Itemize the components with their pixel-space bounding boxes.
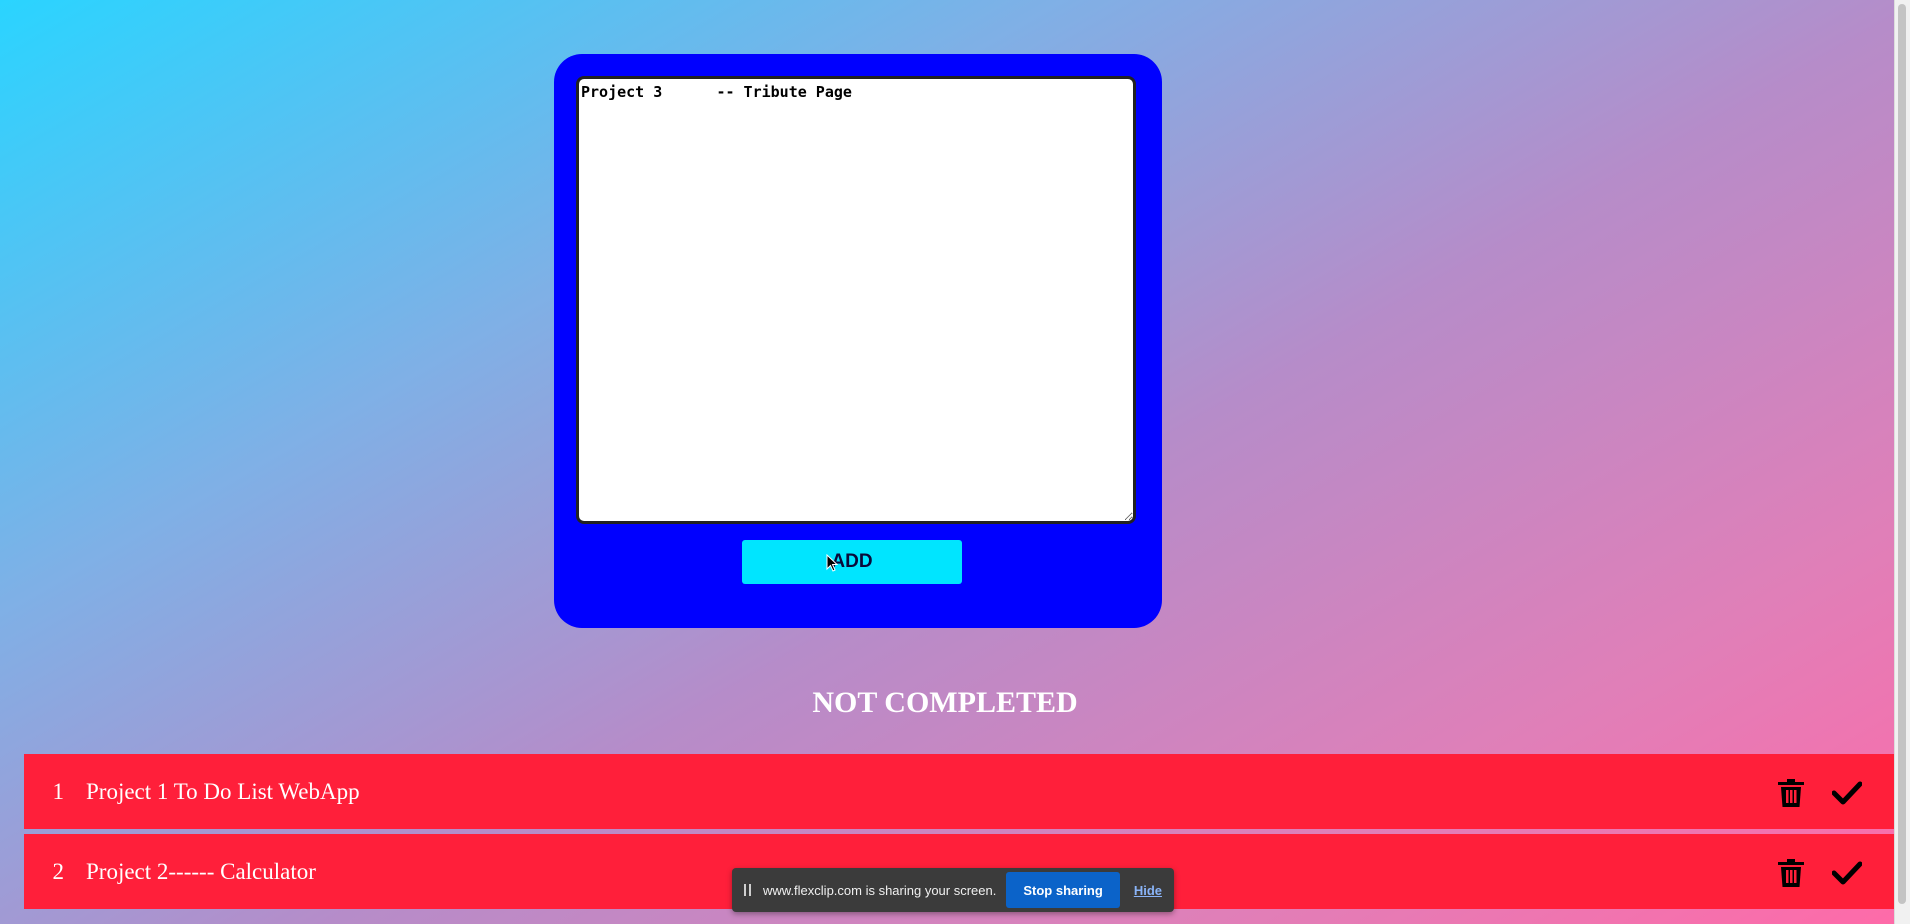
screen-share-bar: www.flexclip.com is sharing your screen.… [732, 868, 1174, 912]
trash-icon[interactable] [1778, 779, 1804, 807]
task-index: 2 [52, 858, 65, 884]
task-row: 1 Project 1 To Do List WebApp [24, 754, 1896, 829]
stop-sharing-button[interactable]: Stop sharing [1006, 872, 1120, 908]
input-card: ADD [554, 54, 1162, 628]
task-text: Project 2------ Calculator [86, 858, 316, 884]
task-index: 1 [52, 778, 65, 804]
add-button[interactable]: ADD [742, 540, 962, 584]
scrollbar[interactable] [1894, 0, 1910, 924]
page: ADD NOT COMPLETED 1 Project 1 To Do List… [0, 0, 1896, 924]
task-textarea[interactable] [576, 76, 1136, 524]
scrollbar-thumb[interactable] [1898, 4, 1906, 904]
task-text: Project 1 To Do List WebApp [86, 778, 360, 804]
drag-handle-icon[interactable] [744, 884, 751, 896]
check-icon[interactable] [1832, 781, 1862, 805]
share-message: www.flexclip.com is sharing your screen. [763, 882, 997, 898]
trash-icon[interactable] [1778, 859, 1804, 887]
section-title-not-completed: NOT COMPLETED [812, 686, 1078, 719]
hide-link[interactable]: Hide [1134, 883, 1162, 898]
mouse-cursor-icon [826, 554, 838, 572]
check-icon[interactable] [1832, 861, 1862, 885]
